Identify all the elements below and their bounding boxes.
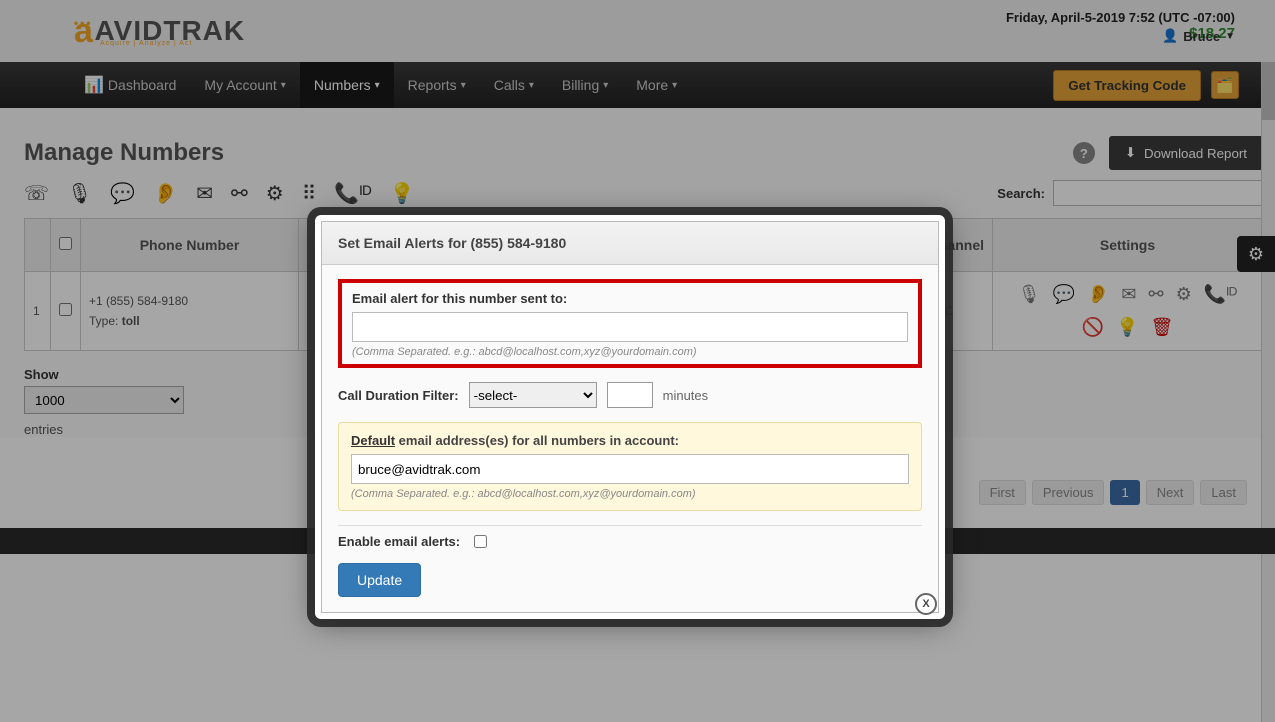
enable-label: Enable email alerts: [338,534,460,549]
enable-email-row: Enable email alerts: [338,525,922,563]
update-button[interactable]: Update [338,563,421,597]
default-email-input[interactable] [351,454,909,484]
minutes-label: minutes [663,388,709,403]
default-label-underline: Default [351,433,395,448]
email-alert-input[interactable] [352,312,908,342]
default-label-rest: email address(es) for all numbers in acc… [395,433,679,448]
email-alerts-modal: Set Email Alerts for (855) 584-9180 Emai… [315,215,945,619]
modal-scroll[interactable]: Set Email Alerts for (855) 584-9180 Emai… [321,221,939,613]
duration-select[interactable]: -select- [469,382,597,408]
enable-email-checkbox[interactable] [474,535,487,548]
modal-body: Email alert for this number sent to: (Co… [322,265,938,611]
modal-title: Set Email Alerts for (855) 584-9180 [322,222,938,265]
email-alert-highlight-box: Email alert for this number sent to: (Co… [338,279,922,368]
default-email-box: Default email address(es) for all number… [338,422,922,511]
email-alert-label: Email alert for this number sent to: [352,291,908,306]
duration-filter-row: Call Duration Filter: -select- minutes [338,382,922,408]
duration-label: Call Duration Filter: [338,388,459,403]
duration-minutes-input[interactable] [607,382,653,408]
email-alert-hint: (Comma Separated. e.g.: abcd@localhost.c… [352,346,908,358]
default-hint: (Comma Separated. e.g.: abcd@localhost.c… [351,488,909,500]
modal-close-button[interactable]: X [915,593,937,615]
